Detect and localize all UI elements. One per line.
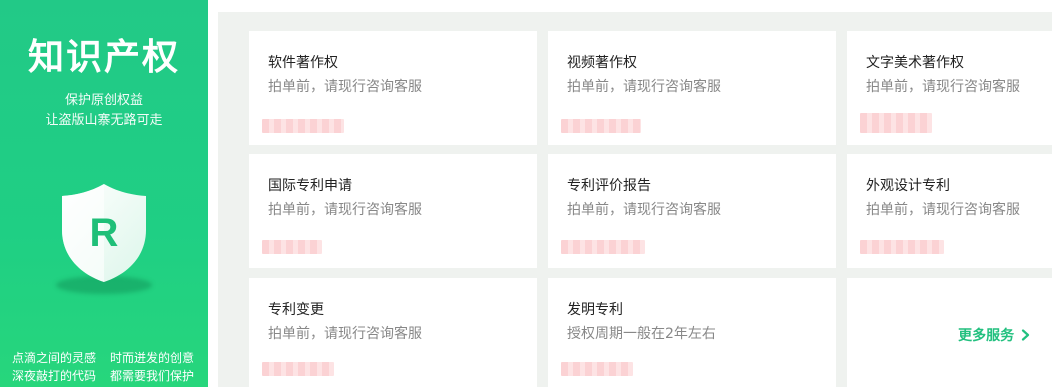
service-desc: 拍单前，请现行咨询客服 <box>268 79 422 95</box>
slogan-text: 时而迸发的创意 <box>110 351 195 365</box>
banner-subtitle: 让盗版山寨无路可走 <box>45 113 163 128</box>
service-card-patent-evaluation[interactable]: 专利评价报告 拍单前，请现行咨询客服 <box>548 154 836 268</box>
service-name: 软件著作权 <box>268 55 338 71</box>
slogan-text: 都需要我们保护 <box>110 369 195 383</box>
service-desc: 拍单前，请现行咨询客服 <box>268 202 422 218</box>
blurred-price <box>860 113 932 133</box>
shield-letter: R <box>90 211 119 255</box>
blurred-price <box>561 362 633 376</box>
service-desc: 拍单前，请现行咨询客服 <box>567 202 721 218</box>
blurred-price <box>860 240 944 254</box>
service-card-software-copyright[interactable]: 软件著作权 拍单前，请现行咨询客服 <box>249 31 537 145</box>
service-card-intl-patent[interactable]: 国际专利申请 拍单前，请现行咨询客服 <box>249 154 537 268</box>
more-services-label: 更多服务 <box>958 328 1015 344</box>
blurred-price <box>561 240 645 254</box>
service-card-video-copyright[interactable]: 视频著作权 拍单前，请现行咨询客服 <box>548 31 836 145</box>
service-name: 专利变更 <box>268 302 324 318</box>
chevron-right-icon <box>1021 329 1030 341</box>
banner-title: 知识产权 <box>27 37 180 78</box>
more-services-card[interactable]: 更多服务 <box>847 278 1052 387</box>
service-name: 外观设计专利 <box>866 178 950 194</box>
service-card-invention-patent[interactable]: 发明专利 授权周期一般在2年左右 <box>548 278 836 387</box>
service-name: 专利评价报告 <box>567 178 651 194</box>
service-desc: 拍单前，请现行咨询客服 <box>567 79 721 95</box>
service-desc: 拍单前，请现行咨询客服 <box>866 202 1020 218</box>
slogan-text: 深夜敲打的代码 <box>12 369 97 383</box>
blurred-price <box>262 362 334 376</box>
blurred-price <box>561 119 641 133</box>
service-card-patent-change[interactable]: 专利变更 拍单前，请现行咨询客服 <box>249 278 537 387</box>
service-name: 国际专利申请 <box>268 178 352 194</box>
service-name: 视频著作权 <box>567 55 637 71</box>
slogan-text: 点滴之间的灵感 <box>12 351 97 365</box>
blurred-price <box>262 240 322 254</box>
service-name: 文字美术著作权 <box>866 55 964 71</box>
service-card-design-patent[interactable]: 外观设计专利 拍单前，请现行咨询客服 <box>847 154 1052 268</box>
banner-subtitle: 保护原创权益 <box>64 93 143 108</box>
service-name: 发明专利 <box>567 302 623 318</box>
more-services-link[interactable]: 更多服务 <box>958 326 1031 346</box>
service-desc: 授权周期一般在2年左右 <box>567 326 716 342</box>
services-panel: 软件著作权 拍单前，请现行咨询客服 视频著作权 拍单前，请现行咨询客服 文字美术… <box>218 12 1052 387</box>
service-desc: 拍单前，请现行咨询客服 <box>866 79 1020 95</box>
ip-banner: 知识产权 保护原创权益 让盗版山寨无路可走 R 点滴之间的灵感 时而迸发的创意 … <box>0 0 208 387</box>
blurred-price <box>262 119 344 133</box>
shield-icon: R <box>52 180 156 300</box>
service-card-art-copyright[interactable]: 文字美术著作权 拍单前，请现行咨询客服 <box>847 31 1052 145</box>
service-desc: 拍单前，请现行咨询客服 <box>268 326 422 342</box>
